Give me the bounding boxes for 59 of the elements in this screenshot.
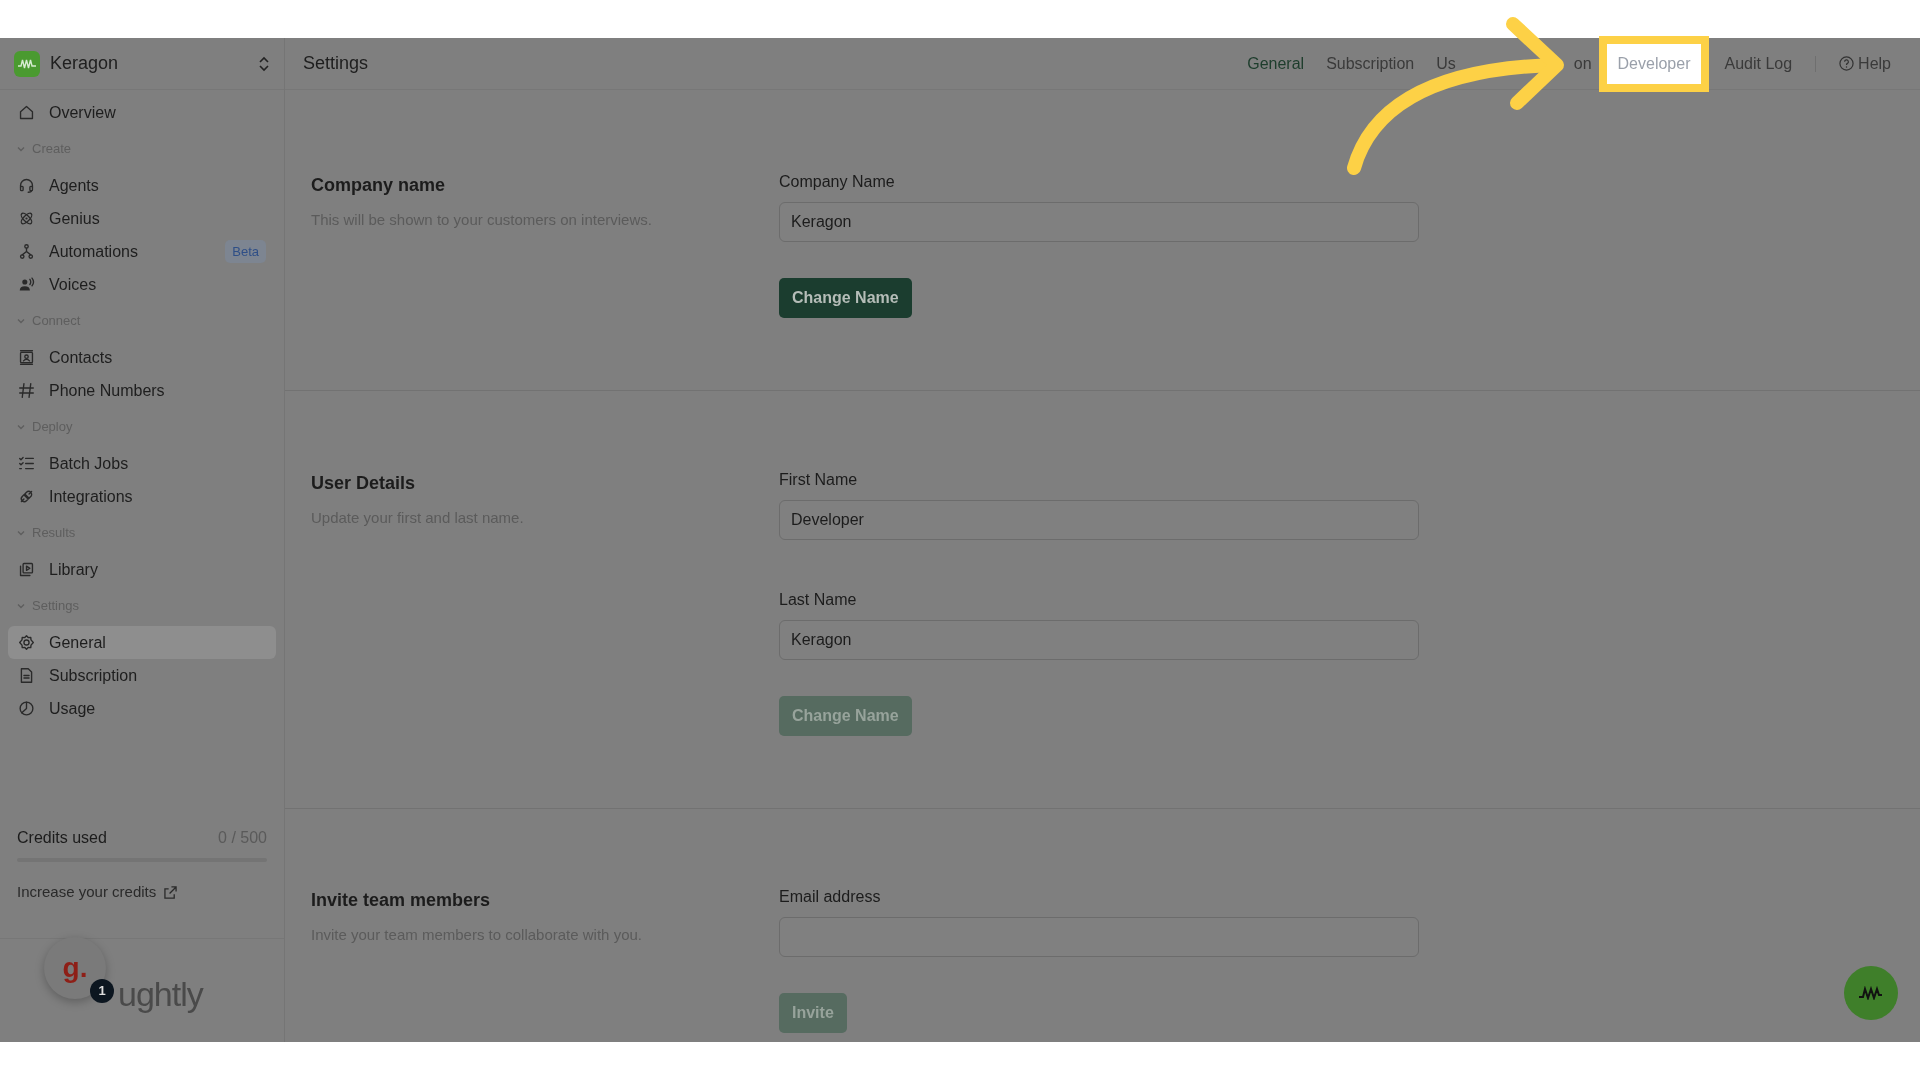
chevron-icon — [16, 144, 26, 154]
sidebar-item[interactable]: Subscription — [8, 659, 276, 692]
beta-badge: Beta — [225, 239, 266, 264]
sidebar-item[interactable]: Batch Jobs — [8, 447, 276, 480]
headset-icon — [18, 177, 35, 194]
chevron-icon — [16, 528, 26, 538]
settings-icon — [18, 634, 35, 651]
field-label: Company Name — [779, 172, 896, 192]
external-link-icon — [164, 885, 178, 899]
increase-credits-link[interactable]: Increase your credits — [17, 881, 178, 904]
sidebar-item[interactable]: Voices — [8, 268, 276, 301]
chevron-icon — [16, 422, 26, 432]
sidebar-item[interactable]: Automations Beta — [8, 235, 276, 268]
document-icon — [18, 667, 35, 684]
sidebar-item[interactable]: Overview — [8, 96, 276, 129]
media-library-icon — [18, 561, 35, 578]
contact-card-icon — [18, 349, 35, 366]
sidebar-item[interactable]: Library — [8, 553, 276, 586]
nav-tab[interactable]: Subscription — [1315, 43, 1426, 84]
nav-tab[interactable]: Us — [1425, 43, 1467, 84]
sidebar-item[interactable]: Contacts — [8, 341, 276, 374]
person-voice-icon — [18, 276, 35, 293]
atom-icon — [18, 210, 35, 227]
help-icon — [1839, 56, 1855, 71]
sidebar-item[interactable]: Agents — [8, 169, 276, 202]
input-field[interactable]: Keragon — [779, 620, 1419, 660]
home-icon — [18, 104, 35, 121]
field-label: Email address — [779, 887, 882, 907]
app-logo — [14, 50, 40, 77]
chevron-icon — [16, 316, 26, 326]
input-field[interactable]: Developer — [779, 500, 1419, 540]
sidebar-item[interactable]: Integrations — [8, 480, 276, 513]
notification-badge: 1 — [90, 979, 114, 1003]
credits-label: Credits used — [17, 828, 107, 848]
section-title: Company name — [311, 174, 447, 197]
nav-tab[interactable]: on — [1562, 43, 1603, 84]
workspace-name: Keragon — [50, 52, 120, 75]
checklist-icon — [18, 455, 35, 472]
help-link[interactable]: Help — [1828, 43, 1902, 84]
sidebar-item[interactable]: General — [8, 626, 276, 659]
submit-button[interactable]: Change Name — [779, 278, 912, 318]
nav-tab[interactable]: Audit Log — [1713, 43, 1804, 84]
field-label: Last Name — [779, 590, 858, 610]
field-label: First Name — [779, 470, 859, 490]
pie-chart-icon — [18, 700, 35, 717]
sidebar-item[interactable]: Usage — [8, 692, 276, 725]
nav-tab[interactable]: General — [1236, 43, 1316, 84]
flow-icon — [18, 243, 35, 260]
chat-launcher[interactable] — [1844, 966, 1898, 1020]
hash-icon — [18, 382, 35, 399]
chevron-icon — [16, 601, 26, 611]
section-title: Invite team members — [311, 889, 492, 912]
sidebar-item[interactable]: Phone Numbers — [8, 374, 276, 407]
input-field[interactable]: Keragon — [779, 202, 1419, 242]
section-title: User Details — [311, 472, 417, 495]
wave-icon — [1858, 986, 1884, 1000]
sidebar-item[interactable]: Genius — [8, 202, 276, 235]
plug-icon — [18, 488, 35, 505]
page-title: Settings — [303, 52, 369, 75]
